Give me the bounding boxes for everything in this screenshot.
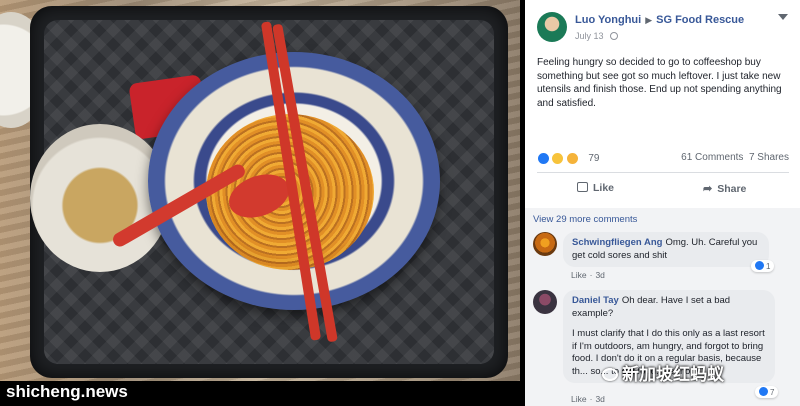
comments-shares-count[interactable]: 61 Comments 7 Shares [681,152,789,163]
comment-reaction-count: 1 [766,262,771,271]
commenter-name[interactable]: Schwingfliegen Ang [572,237,662,248]
facebook-post-panel: Luo Yonghui ▶ SG Food Rescue July 13 Feeli… [525,0,800,406]
chevron-down-icon[interactable] [778,14,788,20]
comment-reaction-badge[interactable]: 1 [751,260,775,272]
post-meta: July 13 [575,31,618,41]
comment-time[interactable]: 3d [595,394,604,404]
like-reaction-icon [759,387,768,396]
post-text: Feeling hungry so decided to go to coffe… [537,57,782,109]
comment-item: Daniel Tay Oh dear. Have I set a bad exam… [533,290,795,406]
divider [537,172,789,173]
comment-footer: Like · 3d [571,394,605,404]
wow-reaction-icon [551,152,565,166]
comments-count[interactable]: 61 Comments [681,152,743,163]
wechat-icon [602,368,618,381]
watermark-text: 新加坡红蚂蚁 [622,365,724,384]
reaction-count: 79 [588,153,600,165]
post-date[interactable]: July 13 [575,31,604,41]
thumbs-up-icon [577,182,588,192]
comment-reaction-badge[interactable]: 7 [755,386,779,398]
source-watermark: shicheng.news [6,382,128,401]
author-avatar[interactable] [537,12,567,42]
arrow-right-icon: ▶ [645,15,653,25]
like-label: Like [593,182,615,194]
comment-time[interactable]: 3d [595,270,604,280]
like-reaction-icon [537,152,550,166]
haha-reaction-icon [565,152,579,166]
post-author-line: Luo Yonghui ▶ SG Food Rescue [575,14,744,26]
comment-like-link[interactable]: Like [571,270,587,280]
food-photo [0,0,520,381]
commenter-name[interactable]: Daniel Tay [572,295,619,306]
shares-count[interactable]: 7 Shares [749,152,789,163]
like-button[interactable]: Like [577,182,614,194]
post-header: Luo Yonghui ▶ SG Food Rescue July 13 [525,0,800,50]
commenter-avatar[interactable] [533,232,557,256]
comment-like-link[interactable]: Like [571,394,587,404]
reaction-summary[interactable]: 79 61 Comments 7 Shares [537,150,789,166]
comment-reaction-count: 7 [770,388,775,397]
author-name[interactable]: Luo Yonghui [575,14,641,26]
food-tray [30,6,508,378]
commenter-avatar[interactable] [533,290,557,314]
comment-item: Schwingfliegen Ang Omg. Uh. Careful you g… [533,232,795,282]
view-more-comments-link[interactable]: View 29 more comments [533,214,637,225]
chinese-watermark: 新加坡红蚂蚁 [602,360,724,385]
share-arrow-icon: ➦ [703,183,713,195]
post-actions: Like ➦ Share [537,178,789,200]
comment-bubble: Schwingfliegen Ang Omg. Uh. Careful you g… [563,232,769,267]
comment-footer: Like · 3d [571,270,605,280]
group-name[interactable]: SG Food Rescue [656,14,744,26]
like-reaction-icon [755,261,764,270]
globe-icon [609,32,618,40]
share-button[interactable]: ➦ Share [703,182,746,195]
share-label: Share [717,183,747,195]
